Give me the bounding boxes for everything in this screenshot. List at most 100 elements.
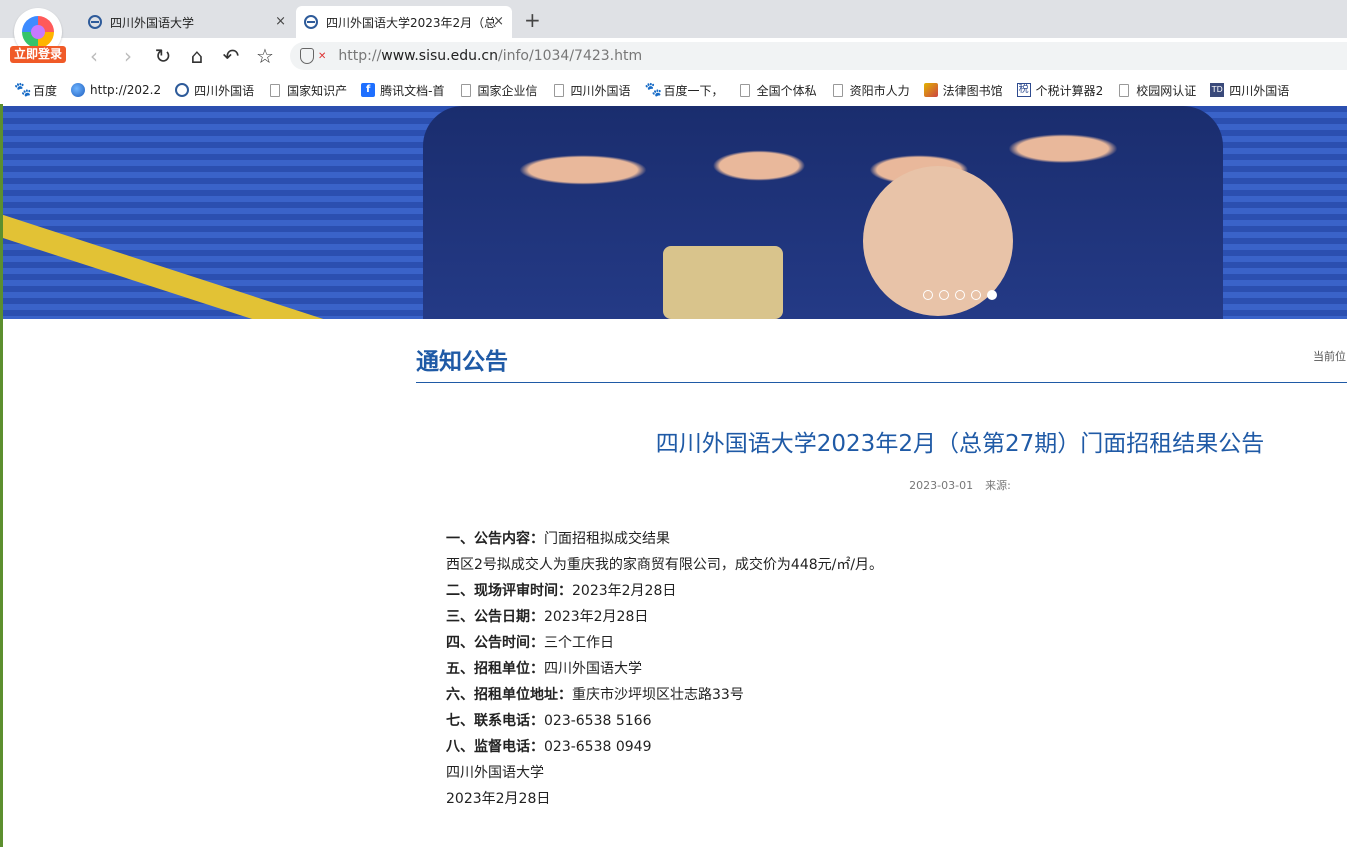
back-icon[interactable]: ‹ xyxy=(82,44,106,68)
carousel-dot[interactable] xyxy=(939,290,949,300)
university-icon xyxy=(304,15,318,29)
line-label: 四、公告时间： xyxy=(446,635,544,651)
bookmark-label: 个税计算器2 xyxy=(1035,83,1104,98)
url-host: www.sisu.edu.cn xyxy=(381,48,498,64)
tax-icon: 税 xyxy=(1016,83,1031,97)
forward-icon[interactable]: › xyxy=(116,44,140,68)
article-line: 西区2号拟成交人为重庆我的家商贸有限公司，成交价为448元/㎡/月。 xyxy=(446,552,1326,578)
line-text: 2023年2月28日 xyxy=(544,609,649,625)
line-text: 2023年2月28日 xyxy=(572,583,677,599)
page-icon xyxy=(739,83,750,97)
login-button[interactable]: 立即登录 xyxy=(10,46,66,63)
page-icon xyxy=(553,83,564,97)
tab-sisu-home[interactable]: 四川外国语大学 × xyxy=(80,6,294,38)
tab-bar: 四川外国语大学 × 四川外国语大学2023年2月（总 × + xyxy=(0,0,1347,38)
bookmarks-bar: 🐾 百度 http://202.2 四川外国语 国家知识产 f 腾讯文档-首 国家企… xyxy=(0,76,1347,104)
line-text: 门面招租拟成交结果 xyxy=(544,531,670,547)
line-text: 西区2号拟成交人为重庆我的家商贸有限公司，成交价为448元/㎡/月。 xyxy=(446,557,884,573)
line-text: 023-6538 5166 xyxy=(544,713,652,729)
bookmark-item[interactable]: 🐾 百度一下， xyxy=(645,82,724,99)
star-icon[interactable]: ☆ xyxy=(253,44,277,68)
carousel-dot[interactable] xyxy=(923,290,933,300)
carousel-dot[interactable] xyxy=(955,290,965,300)
article-title: 四川外国语大学2023年2月（总第27期）门面招租结果公告 xyxy=(655,431,1265,457)
article-body: 一、公告内容：门面招租拟成交结果 西区2号拟成交人为重庆我的家商贸有限公司，成交… xyxy=(446,526,1326,812)
paw-icon: 🐾 xyxy=(14,82,32,98)
carousel-dot[interactable] xyxy=(971,290,981,300)
article-line: 五、招租单位：四川外国语大学 xyxy=(446,656,1326,682)
university-icon xyxy=(175,83,190,97)
insecure-icon: ✕ xyxy=(318,50,327,62)
bookmark-item[interactable]: 资阳市人力 xyxy=(831,82,910,99)
line-text: 重庆市沙坪坝区壮志路33号 xyxy=(572,687,744,703)
home-icon[interactable]: ⌂ xyxy=(185,44,209,68)
page-icon xyxy=(270,83,281,97)
bookmark-label: 全国个体私 xyxy=(756,83,817,98)
bookmark-item[interactable]: 校园网认证 xyxy=(1117,82,1196,99)
bookmark-label: 国家企业信 xyxy=(477,83,538,98)
line-text: 三个工作日 xyxy=(544,635,614,651)
bookmark-item[interactable]: 四川外国语 xyxy=(175,82,254,99)
article-date: 2023-03-01 xyxy=(909,479,974,492)
bookmark-item[interactable]: 国家企业信 xyxy=(459,82,538,99)
article-line: 一、公告内容：门面招租拟成交结果 xyxy=(446,526,1326,552)
paw-icon: 🐾 xyxy=(644,82,662,98)
carousel-dot-active[interactable] xyxy=(987,290,997,300)
tab-title: 四川外国语大学2023年2月（总 xyxy=(326,15,497,30)
tab-title: 四川外国语大学 xyxy=(110,15,195,30)
flower-logo-icon xyxy=(22,16,54,48)
close-tab-icon[interactable]: × xyxy=(493,14,504,29)
university-icon xyxy=(88,15,102,29)
line-text: 四川外国语大学 xyxy=(446,765,544,781)
bookmark-label: 腾讯文档-首 xyxy=(380,83,445,98)
page-icon xyxy=(460,83,471,97)
banner-bag xyxy=(663,246,783,319)
close-tab-icon[interactable]: × xyxy=(275,14,286,29)
bookmark-item[interactable]: 法律图书馆 xyxy=(923,82,1003,99)
hero-banner[interactable] xyxy=(3,106,1347,319)
tab-article[interactable]: 四川外国语大学2023年2月（总 × xyxy=(296,6,512,38)
article-line: 2023年2月28日 xyxy=(446,786,1326,812)
address-bar[interactable]: ✕ http://www.sisu.edu.cn/info/1034/7423.… xyxy=(290,42,1347,70)
globe-icon xyxy=(71,83,86,97)
line-text: 四川外国语大学 xyxy=(544,661,642,677)
browser-logo[interactable]: 立即登录 xyxy=(10,8,66,66)
bookmark-item[interactable]: 🐾 百度 xyxy=(14,82,57,99)
graduates-photo xyxy=(423,106,1223,319)
article-line: 八、监督电话：023-6538 0949 xyxy=(446,734,1326,760)
undo-icon[interactable]: ↶ xyxy=(219,44,243,68)
bookmark-item[interactable]: TD 四川外国语 xyxy=(1210,82,1289,99)
toolbar: ‹ › ↻ ⌂ ↶ ☆ ✕ http://www.sisu.edu.cn/inf… xyxy=(0,38,1347,74)
bookmark-item[interactable]: 四川外国语 xyxy=(552,82,631,99)
page-icon xyxy=(1119,83,1130,97)
new-tab-button[interactable]: + xyxy=(524,8,541,32)
bookmark-label: 百度一下， xyxy=(663,83,724,98)
article-line: 四、公告时间：三个工作日 xyxy=(446,630,1326,656)
bookmark-item[interactable]: f 腾讯文档-首 xyxy=(361,82,445,99)
shield-icon[interactable] xyxy=(300,48,314,64)
banner-stripe xyxy=(3,196,441,319)
page-icon xyxy=(832,83,843,97)
bookmark-label: 校园网认证 xyxy=(1136,83,1197,98)
carousel-dots xyxy=(923,290,997,300)
section-title: 通知公告 xyxy=(416,349,508,375)
line-label: 八、监督电话： xyxy=(446,739,544,755)
bookmark-label: 国家知识产 xyxy=(287,83,348,98)
line-text: 2023年2月28日 xyxy=(446,791,551,807)
bookmark-label: 四川外国语 xyxy=(1229,83,1290,98)
bookmark-label: 资阳市人力 xyxy=(849,83,910,98)
line-label: 一、公告内容： xyxy=(446,531,544,547)
bookmark-item[interactable]: 全国个体私 xyxy=(738,82,817,99)
breadcrumb: 当前位 xyxy=(1313,350,1346,363)
article-line: 三、公告日期：2023年2月28日 xyxy=(446,604,1326,630)
bookmark-item[interactable]: 国家知识产 xyxy=(268,82,347,99)
bookmark-label: 四川外国语 xyxy=(194,83,255,98)
article-line: 七、联系电话：023-6538 5166 xyxy=(446,708,1326,734)
article-meta: 2023-03-01 来源: xyxy=(416,477,1347,493)
line-label: 二、现场评审时间： xyxy=(446,583,572,599)
bookmark-item[interactable]: http://202.2 xyxy=(71,83,161,97)
line-label: 三、公告日期： xyxy=(446,609,544,625)
bookmark-item[interactable]: 税个税计算器2 xyxy=(1016,82,1104,99)
reload-icon[interactable]: ↻ xyxy=(151,44,175,68)
bookmark-label: 四川外国语 xyxy=(570,83,631,98)
